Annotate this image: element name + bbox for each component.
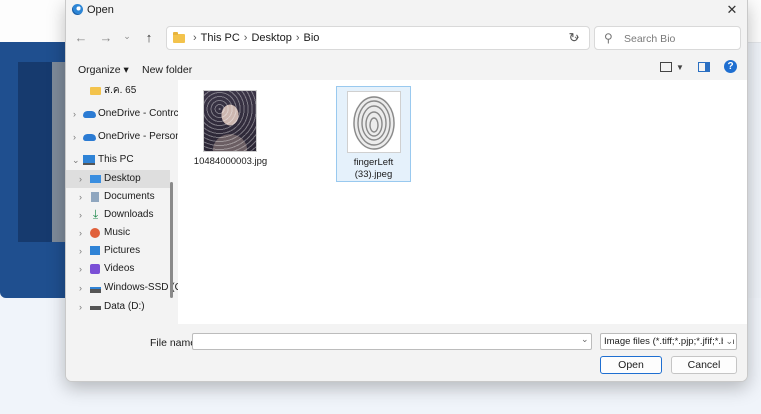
chevron-right-icon[interactable]: ›: [79, 224, 82, 242]
documents-icon: [91, 192, 99, 202]
open-file-dialog: Open ✕ ← → ⌄ ↑ › This PC › Desktop › Bio ⌄ ↻ …: [65, 0, 748, 382]
app-icon: [72, 4, 83, 15]
sidebar-item-music[interactable]: › Music: [66, 224, 170, 242]
up-button[interactable]: ↑: [141, 30, 157, 46]
navigation-pane: ส.ค. 65 › OneDrive - Contrc › OneDrive -…: [66, 80, 182, 324]
sidebar-item-label: OneDrive - Person: [98, 131, 181, 142]
chevron-right-icon[interactable]: ›: [79, 170, 82, 188]
chevron-right-icon[interactable]: ›: [79, 279, 82, 297]
back-button[interactable]: ←: [73, 30, 89, 46]
new-folder-button[interactable]: New folder: [142, 64, 192, 76]
navigation-scrollbar[interactable]: [170, 182, 173, 298]
file-item[interactable]: fingerLeft (33).jpeg: [336, 86, 411, 182]
close-button[interactable]: ✕: [723, 1, 741, 19]
file-name: 10484000003.jpg: [193, 156, 268, 167]
file-name-field[interactable]: [192, 333, 592, 350]
downloads-icon: ⤓: [92, 207, 99, 221]
cloud-icon: [83, 111, 96, 118]
sidebar-item-downloads[interactable]: › ⤓ Downloads: [66, 206, 170, 224]
breadcrumb-desktop[interactable]: Desktop: [251, 32, 291, 44]
help-icon[interactable]: ?: [724, 60, 737, 73]
sidebar-item-label: Music: [104, 227, 131, 238]
chevron-right-icon[interactable]: ›: [79, 242, 82, 260]
chevron-right-icon[interactable]: ›: [73, 105, 76, 123]
sidebar-item-label: Desktop: [104, 173, 141, 184]
sidebar-item-windows-ssd[interactable]: › Windows-SSD (C: [66, 279, 182, 297]
sidebar-item-label: This PC: [98, 154, 134, 165]
sidebar-item-label: Data (D:): [104, 301, 145, 312]
open-button[interactable]: Open: [600, 356, 662, 374]
file-name: fingerLeft (33).jpeg: [353, 157, 394, 180]
view-options-icon[interactable]: [660, 62, 672, 72]
chevron-right-icon[interactable]: ›: [79, 206, 82, 224]
chevron-right-icon[interactable]: ›: [79, 298, 82, 316]
breadcrumb-separator: ›: [193, 32, 197, 44]
sidebar-item-onedrive-contoso[interactable]: › OneDrive - Contrc: [66, 105, 179, 123]
fingerprint-thumbnail: [347, 91, 401, 153]
desktop-icon: [90, 175, 101, 183]
title-bar: Open ✕: [66, 0, 747, 20]
command-bar: Organize ▾ New folder ▼ ?: [66, 58, 747, 80]
sidebar-item-onedrive-personal[interactable]: › OneDrive - Person: [66, 128, 181, 146]
file-list: 10484000003.jpg fingerLeft (33).jpeg: [178, 80, 747, 324]
pc-icon: [83, 155, 95, 165]
photo-thumbnail: [203, 90, 257, 152]
dialog-footer: File name: ⌄ Image files (*.tiff;*.pjp;*…: [66, 324, 747, 381]
view-options-dropdown[interactable]: ▼: [676, 63, 684, 72]
sidebar-item-label: Downloads: [104, 209, 154, 220]
address-bar[interactable]: › This PC › Desktop › Bio ⌄: [166, 26, 590, 50]
file-type-select[interactable]: Image files (*.tiff;*.pjp;*.jfif;*.bm ⌄: [600, 333, 737, 350]
chevron-right-icon[interactable]: ›: [79, 260, 82, 278]
forward-button[interactable]: →: [98, 30, 114, 46]
chevron-right-icon[interactable]: ›: [79, 188, 82, 206]
breadcrumb: › This PC › Desktop › Bio: [189, 32, 319, 44]
chevron-down-icon: ⌄: [723, 334, 733, 349]
breadcrumb-this-pc[interactable]: This PC: [201, 32, 240, 44]
dialog-title: Open: [87, 4, 114, 16]
drive-icon: [90, 287, 101, 293]
sidebar-item-label: Pictures: [104, 245, 141, 256]
dialog-body: ส.ค. 65 › OneDrive - Contrc › OneDrive -…: [66, 80, 747, 324]
sidebar-item-documents[interactable]: › Documents: [66, 188, 170, 206]
sidebar-item-data-d[interactable]: › Data (D:): [66, 298, 170, 316]
file-item[interactable]: 10484000003.jpg: [193, 86, 268, 182]
breadcrumb-bio[interactable]: Bio: [304, 32, 320, 44]
folder-icon: [90, 87, 101, 95]
sidebar-item-label: OneDrive - Contrc: [98, 108, 179, 119]
sidebar-item-label: Videos: [104, 263, 135, 274]
navigation-bar: ← → ⌄ ↑ › This PC › Desktop › Bio ⌄ ↻ ⚲ Searc…: [66, 26, 747, 52]
fingerprint-icon: [353, 96, 395, 150]
organize-button[interactable]: Organize ▾: [78, 64, 129, 76]
cancel-button[interactable]: Cancel: [671, 356, 737, 374]
search-placeholder: Search Bio: [624, 33, 676, 45]
refresh-button[interactable]: ↻: [564, 30, 584, 48]
pictures-icon: [90, 246, 100, 255]
search-input[interactable]: ⚲ Search Bio: [594, 26, 741, 50]
sidebar-item-desktop[interactable]: › Desktop: [66, 170, 170, 188]
sidebar-item-pictures[interactable]: › Pictures: [66, 242, 170, 260]
noise-overlay: [204, 91, 256, 151]
chevron-down-icon[interactable]: ⌄: [72, 151, 80, 169]
sidebar-item-folder[interactable]: ส.ค. 65: [66, 82, 170, 100]
sidebar-item-videos[interactable]: › Videos: [66, 260, 170, 278]
file-type-value: Image files (*.tiff;*.pjp;*.jfif;*.bm: [604, 336, 735, 347]
sidebar-item-label: Documents: [104, 191, 155, 202]
sidebar-item-this-pc[interactable]: ⌄ This PC: [66, 151, 170, 169]
cloud-icon: [83, 134, 96, 141]
breadcrumb-separator: ›: [295, 32, 300, 44]
videos-icon: [90, 264, 100, 274]
breadcrumb-separator: ›: [243, 32, 248, 44]
folder-icon: [173, 32, 185, 43]
recent-locations-button[interactable]: ⌄: [119, 28, 135, 44]
sidebar-item-label: ส.ค. 65: [104, 85, 137, 96]
chevron-down-icon[interactable]: ⌄: [581, 334, 589, 345]
music-icon: [90, 228, 100, 238]
drive-icon: [90, 306, 101, 310]
preview-pane-icon[interactable]: [698, 62, 710, 72]
search-icon: ⚲: [604, 31, 613, 45]
chevron-right-icon[interactable]: ›: [73, 128, 76, 146]
